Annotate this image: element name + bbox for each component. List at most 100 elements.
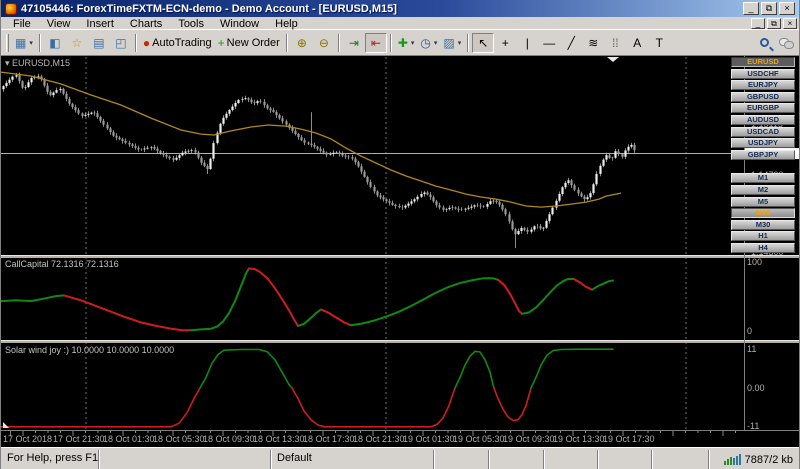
symbol-button-eurusd[interactable]: EURUSD: [731, 57, 795, 67]
dropdown-arrow-icon: ▾: [433, 39, 438, 47]
toolbar-separator: [285, 33, 288, 52]
time-axis-label: 19 Oct 17:30: [603, 434, 655, 444]
auto-scroll-icon: ⇥: [348, 35, 359, 50]
auto-scroll-button[interactable]: ⇥: [342, 32, 365, 53]
autotrading-button[interactable]: ● AutoTrading: [139, 32, 215, 53]
child-close-button[interactable]: ×: [783, 17, 797, 29]
indicators-list-icon: ✚: [397, 35, 408, 50]
dropdown-arrow-icon: ▾: [457, 39, 462, 47]
trendline-button[interactable]: ╱: [560, 32, 583, 53]
periods-button[interactable]: ◷ ▾: [417, 32, 441, 53]
time-axis-label: 18 Oct 09:30: [203, 434, 255, 444]
indicator1-label: CallCapital 72.1316 72.1316: [5, 259, 119, 269]
favorites-icon: ☆: [71, 35, 83, 50]
vertical-line-button[interactable]: |: [516, 32, 539, 53]
symbol-button-eurjpy[interactable]: EURJPY: [731, 80, 795, 91]
menu-item-tools[interactable]: Tools: [170, 18, 212, 30]
timeframe-button-m2[interactable]: M2: [731, 184, 795, 195]
periods-icon: ◷: [420, 35, 431, 50]
child-minimize-button[interactable]: _: [751, 17, 765, 29]
symbol-button-eurgbp[interactable]: EURGBP: [731, 103, 795, 114]
timeframe-button-m30[interactable]: M30: [731, 219, 795, 230]
symbol-button-gbpjpy[interactable]: GBPJPY: [731, 149, 795, 160]
indicator1-scale-max: 100: [747, 257, 762, 267]
chat-button[interactable]: [775, 32, 797, 53]
minimize-button[interactable]: _: [743, 2, 759, 15]
symbol-button-usdchf[interactable]: USDCHF: [731, 68, 795, 79]
trendline-icon: ╱: [567, 35, 575, 50]
horizontal-line-button[interactable]: —: [538, 32, 561, 53]
zoom-in-icon: ⊕: [296, 35, 307, 50]
time-axis-label: 19 Oct 05:30: [453, 434, 505, 444]
menu-item-window[interactable]: Window: [212, 18, 267, 30]
timeframe-button-m5[interactable]: M5: [731, 196, 795, 207]
profiles-button[interactable]: ◧: [43, 32, 66, 53]
time-axis-label: 18 Oct 13:30: [253, 434, 305, 444]
crosshair-button[interactable]: +: [494, 32, 517, 53]
chart-shift-icon: ⇤: [370, 35, 381, 50]
menu-item-insert[interactable]: Insert: [78, 18, 122, 30]
timeframe-button-h1[interactable]: H1: [731, 231, 795, 242]
market-watch-icon: ▤: [93, 35, 105, 50]
child-restore-button[interactable]: ⧉: [767, 17, 781, 29]
zoom-out-button[interactable]: ⊖: [312, 32, 335, 53]
chart-canvas[interactable]: 1.154401.152751.151151.149501.147901.146…: [1, 56, 800, 447]
status-profile: Default: [271, 450, 434, 469]
status-cell: [652, 450, 709, 469]
menu-item-charts[interactable]: Charts: [122, 18, 170, 30]
app-icon: [5, 2, 17, 15]
symbol-button-audusd[interactable]: AUDUSD: [731, 114, 795, 125]
menu-item-help[interactable]: Help: [267, 18, 306, 30]
text-label-button[interactable]: T: [648, 32, 671, 53]
pitchfork-button[interactable]: ⁞⁞: [604, 32, 627, 53]
fibonacci-button[interactable]: ≋: [582, 32, 605, 53]
chat-icon: [779, 38, 794, 49]
indicators-list-button[interactable]: ✚ ▾: [394, 32, 418, 53]
close-button[interactable]: ×: [779, 2, 795, 15]
dropdown-arrow-icon: ▾: [410, 39, 415, 47]
menu-item-file[interactable]: File: [5, 18, 39, 30]
timeframe-button-m15[interactable]: M15: [731, 208, 795, 219]
zoom-in-button[interactable]: ⊕: [290, 32, 313, 53]
chart-symbol-label: ▾ EURUSD,M15: [5, 58, 70, 68]
new-order-button-label: New Order: [226, 36, 280, 49]
status-bar: For Help, press F1 Default 7887/2 kb: [1, 447, 799, 469]
new-chart-button[interactable]: ▦ ▾: [12, 32, 36, 53]
timeframe-button-h4[interactable]: H4: [731, 242, 795, 253]
fibonacci-icon: ≋: [588, 35, 599, 50]
favorites-button[interactable]: ☆: [65, 32, 88, 53]
toolbar-right-group: [753, 32, 797, 53]
indicator1-scale-min: 0: [747, 326, 752, 336]
market-watch-button[interactable]: ▤: [87, 32, 110, 53]
symbol-button-usdjpy[interactable]: USDJPY: [731, 138, 795, 149]
templates-button[interactable]: ▨ ▾: [440, 32, 465, 53]
child-window-controls: _ ⧉ ×: [751, 17, 797, 29]
indicator2-scale-max: 11: [747, 344, 756, 354]
vertical-line-icon: |: [525, 35, 529, 50]
zoom-out-icon: ⊖: [318, 35, 329, 50]
restore-button[interactable]: ⧉: [761, 2, 777, 15]
toolbar-separator: [389, 33, 392, 52]
chart-window[interactable]: 1.154401.152751.151151.149501.147901.146…: [1, 56, 800, 447]
text-button[interactable]: A: [626, 32, 649, 53]
menu-item-view[interactable]: View: [39, 18, 79, 30]
symbol-timeframe-sidebar: EURUSD USDCHF EURJPY GBPUSD EURGBP AUDUSD USDC…: [730, 57, 796, 255]
cursor-button[interactable]: ↖: [472, 32, 495, 53]
search-button[interactable]: [753, 32, 775, 53]
chart-shift-button[interactable]: ⇤: [364, 32, 387, 53]
new-order-button[interactable]: + New Order: [214, 32, 283, 53]
toolbar-separator: [467, 33, 470, 52]
toolbar-separator: [38, 33, 41, 52]
symbol-button-gbpusd[interactable]: GBPUSD: [731, 91, 795, 102]
symbol-button-usdcad[interactable]: USDCAD: [731, 126, 795, 137]
time-axis-label: 17 Oct 21:30: [53, 434, 105, 444]
traffic-counter: 7887/2 kb: [744, 453, 793, 466]
timeframe-button-m1[interactable]: M1: [731, 173, 795, 184]
profiles-icon: ◧: [49, 35, 61, 50]
text-icon: A: [633, 35, 642, 50]
menu-bar: File View Insert Charts Tools Window Help _ ⧉ …: [1, 17, 799, 30]
status-cell: [99, 450, 271, 469]
connection-status: 7887/2 kb: [720, 450, 799, 469]
data-window-button[interactable]: ◰: [109, 32, 132, 53]
status-cell: [544, 450, 598, 469]
